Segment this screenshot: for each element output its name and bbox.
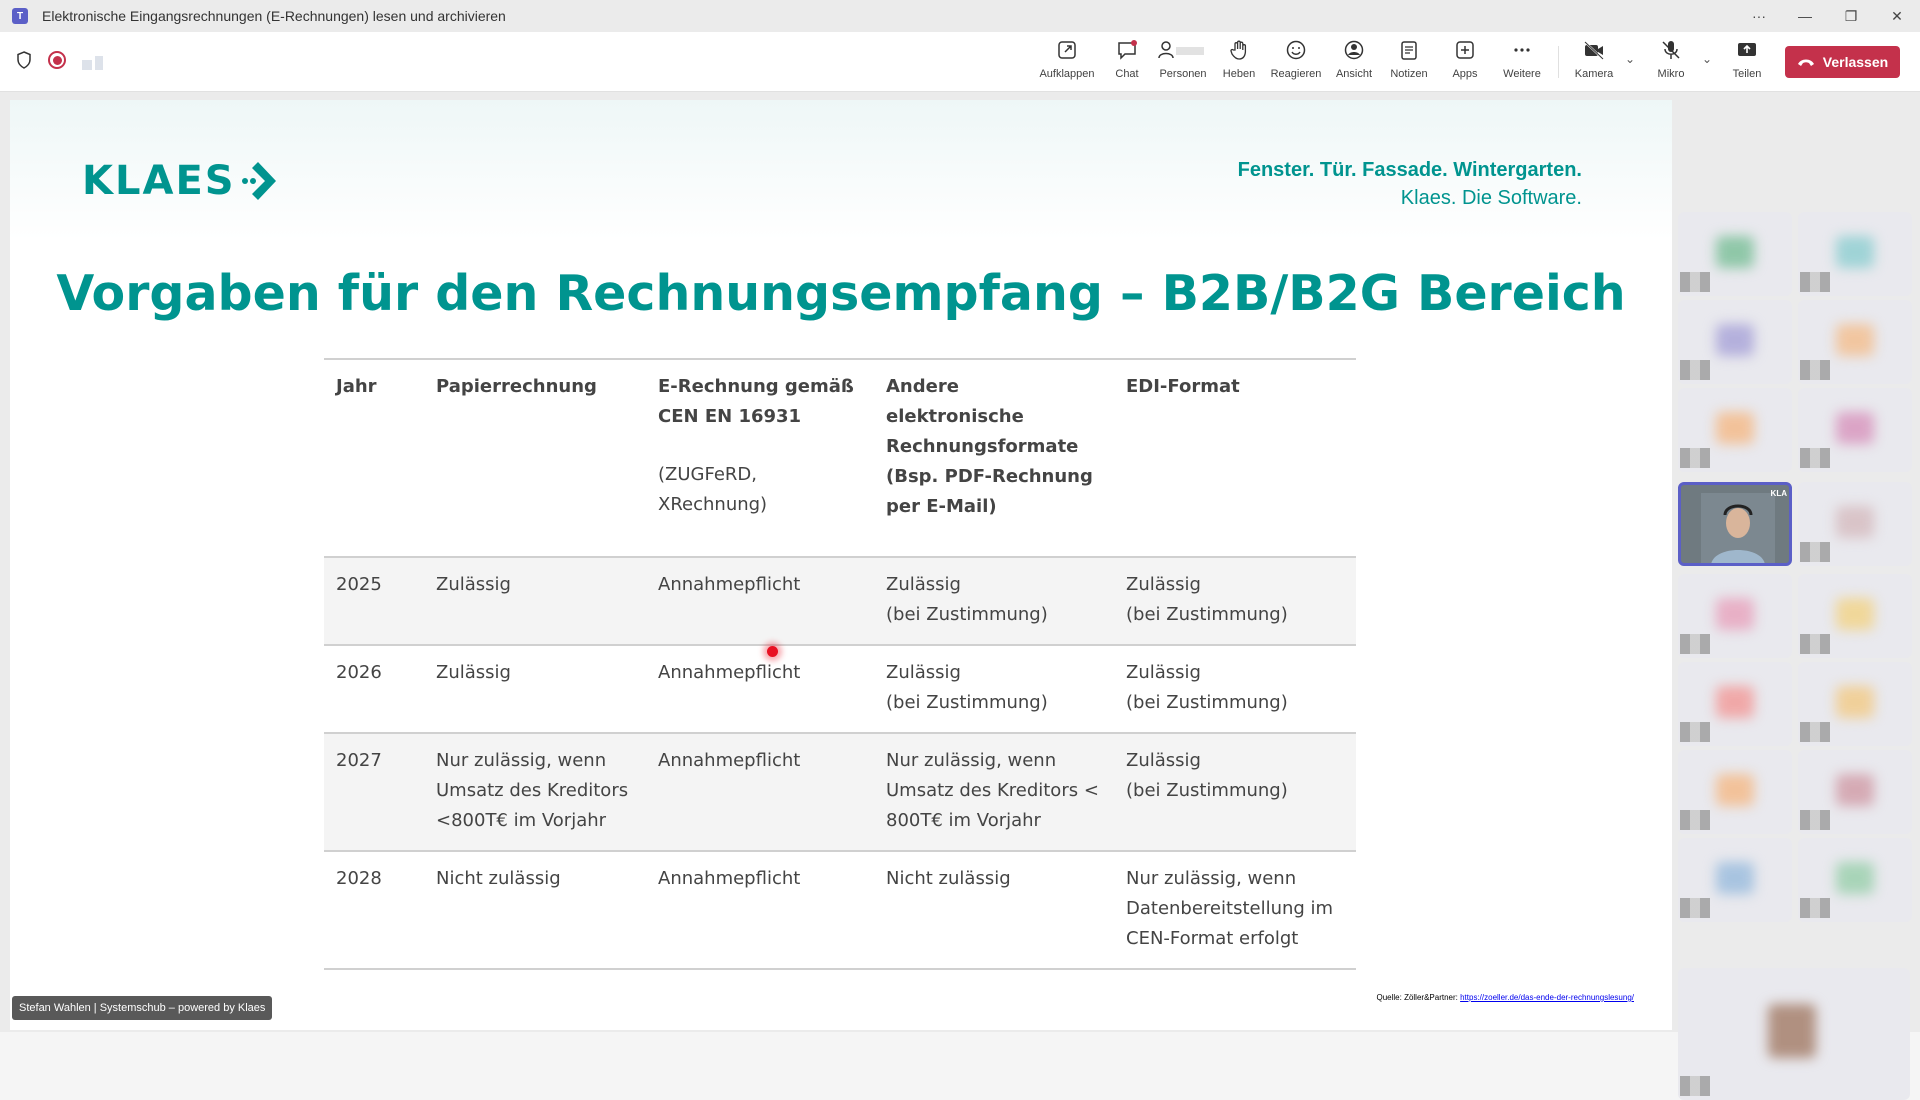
participant-tile[interactable]: [1678, 300, 1792, 384]
raise-hand-button[interactable]: Heben: [1211, 38, 1267, 88]
popout-icon: [1058, 41, 1076, 59]
recording-icon: [48, 51, 66, 69]
slide-source: Quelle: Zöller&Partner: https://zoeller.…: [1376, 993, 1635, 1002]
mic-button[interactable]: Mikro: [1643, 38, 1699, 88]
more-icon: [1514, 48, 1530, 52]
meeting-stage: KLAES Fenster. Tür. Fassade. Wintergarte…: [0, 92, 1920, 1100]
mic-off-icon: [1662, 41, 1680, 59]
camera-options-chevron-icon[interactable]: ⌄: [1625, 52, 1635, 66]
laser-pointer: [767, 646, 778, 657]
window-close-button[interactable]: ✕: [1874, 0, 1920, 32]
view-icon: [1344, 40, 1364, 60]
hang-up-icon: [1797, 59, 1814, 66]
participant-tile[interactable]: [1798, 388, 1912, 472]
participant-tile[interactable]: [1798, 482, 1912, 566]
mic-options-chevron-icon[interactable]: ⌄: [1702, 52, 1712, 66]
table-row: 2026 Zulässig Annahmepflicht Zulässig (be…: [324, 644, 1356, 733]
people-icon: [1158, 41, 1204, 59]
participant-tile[interactable]: [1798, 750, 1912, 834]
participant-tile[interactable]: [1798, 838, 1912, 922]
camera-off-icon: [1584, 41, 1604, 60]
invoice-rules-table: Jahr Papierrechnung E-Rechnung gemäß CEN…: [324, 358, 1356, 970]
header-edi: EDI-Format: [1114, 358, 1356, 557]
apps-button[interactable]: Apps: [1437, 38, 1493, 88]
chat-button[interactable]: Chat: [1099, 38, 1155, 88]
shield-icon[interactable]: [16, 51, 32, 69]
participant-tile[interactable]: [1678, 662, 1792, 746]
react-icon: [1286, 40, 1306, 60]
raise-hand-icon: [1230, 40, 1247, 60]
participant-tile[interactable]: [1678, 574, 1792, 658]
teams-icon: T: [12, 8, 28, 24]
klaes-diamond-icon: [241, 162, 276, 200]
slide-title: Vorgaben für den Rechnungsempfang – B2B/…: [56, 265, 1626, 322]
view-button[interactable]: Ansicht: [1326, 38, 1382, 88]
table-row: 2028 Nicht zulässig Annahmepflicht Nicht…: [324, 850, 1356, 970]
participant-tile[interactable]: [1798, 300, 1912, 384]
participant-tile[interactable]: [1678, 212, 1792, 296]
share-icon: [1738, 43, 1756, 56]
presenter-name-tag: Stefan Wahlen | Systemschub – powered by…: [12, 996, 273, 1020]
share-button[interactable]: Teilen: [1719, 38, 1775, 88]
participant-tile[interactable]: [1678, 968, 1910, 1100]
leave-button[interactable]: Verlassen: [1785, 46, 1900, 78]
shared-slide: KLAES Fenster. Tür. Fassade. Wintergarte…: [10, 100, 1672, 1030]
participant-tile[interactable]: [1678, 838, 1792, 922]
speaker-video: [1701, 493, 1775, 563]
active-speaker-tile[interactable]: KLA: [1678, 482, 1792, 566]
table-row: 2027 Nur zulässig, wenn Umsatz des Kredi…: [324, 732, 1356, 851]
notes-icon: [1401, 41, 1417, 60]
camera-button[interactable]: Kamera: [1566, 38, 1622, 88]
klaes-logo: KLAES: [82, 158, 282, 204]
more-button[interactable]: Weitere: [1494, 38, 1550, 88]
participant-tile[interactable]: [1798, 212, 1912, 296]
window-titlebar: T Elektronische Eingangsrechnungen (E-Re…: [0, 0, 1920, 32]
header-erechnung: E-Rechnung gemäß CEN EN 16931 (ZUGFeRD, …: [646, 358, 874, 557]
table-row: 2025 Zulässig Annahmepflicht Zulässig (be…: [324, 556, 1356, 645]
participant-tile[interactable]: [1798, 574, 1912, 658]
window-more-button[interactable]: ···: [1736, 0, 1782, 32]
header-papier: Papierrechnung: [424, 358, 646, 557]
apps-icon: [1456, 41, 1474, 59]
window-minimize-button[interactable]: —: [1782, 0, 1828, 32]
header-jahr: Jahr: [324, 358, 424, 557]
window-title: Elektronische Eingangsrechnungen (E-Rech…: [42, 8, 506, 24]
header-andere: Andere elektronische Rechnungsformate (B…: [874, 358, 1114, 557]
meeting-timer: [82, 50, 126, 70]
meeting-toolbar: Aufklappen Chat Personen Heben Reagieren…: [0, 32, 1920, 92]
participant-tile[interactable]: [1798, 662, 1912, 746]
chat-icon: [1118, 40, 1137, 60]
window-restore-button[interactable]: ❐: [1828, 0, 1874, 32]
source-link[interactable]: https://zoeller.de/das-ende-der-rechnung…: [1460, 993, 1634, 1002]
participant-tile[interactable]: [1678, 750, 1792, 834]
react-button[interactable]: Reagieren: [1268, 38, 1324, 88]
notes-button[interactable]: Notizen: [1381, 38, 1437, 88]
table-header-row: Jahr Papierrechnung E-Rechnung gemäß CEN…: [324, 358, 1356, 557]
slide-tagline: Fenster. Tür. Fassade. Wintergarten. Kla…: [1237, 159, 1582, 209]
people-button[interactable]: Personen: [1155, 38, 1211, 88]
window-controls: ··· — ❐ ✕: [1736, 0, 1920, 32]
popout-button[interactable]: Aufklappen: [1039, 38, 1095, 88]
participant-tile[interactable]: [1678, 388, 1792, 472]
toolbar-divider: [1558, 46, 1559, 78]
